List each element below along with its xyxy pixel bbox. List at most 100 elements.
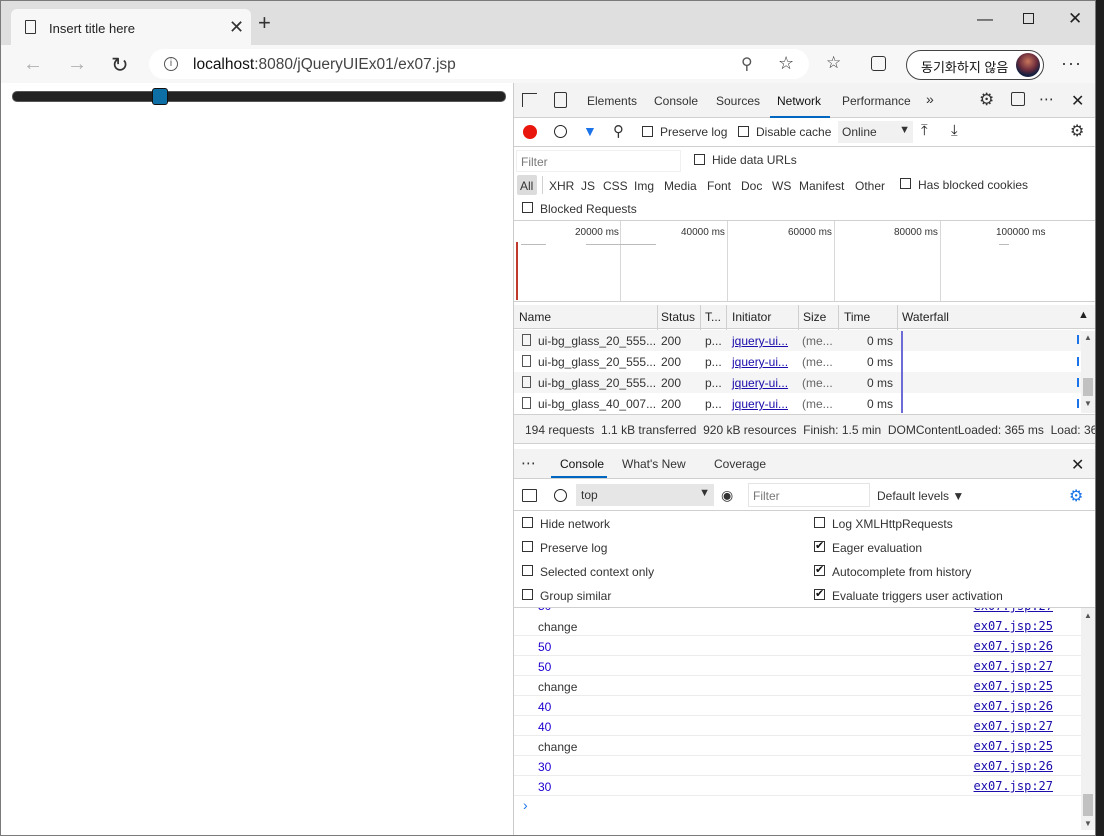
type-filter-doc[interactable]: Doc (741, 179, 762, 193)
type-filter-manifest[interactable]: Manifest (799, 179, 844, 193)
tab-sources[interactable]: Sources (716, 94, 760, 108)
feedback-icon[interactable] (1011, 92, 1025, 106)
console-prompt[interactable]: › (523, 797, 528, 813)
hide-data-urls-checkbox[interactable] (694, 154, 705, 165)
hide-network-checkbox[interactable] (522, 517, 533, 528)
col-status[interactable]: Status (661, 310, 695, 324)
zoom-search-icon[interactable]: ⚲ (741, 54, 753, 74)
drawer-menu-icon[interactable]: ⋯ (521, 454, 536, 472)
console-source-link[interactable]: ex07.jsp:27 (974, 719, 1053, 733)
close-devtools-icon[interactable]: ✕ (1071, 91, 1084, 111)
close-window-button[interactable]: ✕ (1068, 9, 1082, 29)
clear-icon[interactable] (554, 125, 567, 138)
type-filter-other[interactable]: Other (855, 179, 885, 193)
scroll-down-icon[interactable]: ▼ (1084, 399, 1092, 408)
request-initiator[interactable]: jquery-ui... (732, 376, 788, 390)
group-similar-checkbox[interactable] (522, 589, 533, 600)
console-source-link[interactable]: ex07.jsp:26 (974, 639, 1053, 653)
scrollbar-thumb[interactable] (1083, 794, 1093, 816)
type-filter-all[interactable]: All (520, 179, 533, 193)
selected-context-checkbox[interactable] (522, 565, 533, 576)
minimize-button[interactable]: — (977, 11, 993, 29)
type-filter-ws[interactable]: WS (772, 179, 791, 193)
favorite-star-icon[interactable]: ☆ (778, 53, 794, 74)
console-source-link[interactable]: ex07.jsp:25 (974, 619, 1053, 633)
console-filter-input[interactable]: Filter (748, 483, 870, 507)
settings-gear-icon[interactable]: ⚙ (979, 90, 994, 110)
disable-cache-checkbox[interactable] (738, 126, 749, 137)
table-row[interactable]: ui-bg_glass_20_555... 200 p... jquery-ui… (514, 330, 1081, 351)
col-size[interactable]: Size (803, 310, 826, 324)
scroll-down-icon[interactable]: ▼ (1084, 819, 1092, 828)
type-filter-css[interactable]: CSS (603, 179, 628, 193)
scroll-up-icon[interactable]: ▲ (1084, 611, 1092, 620)
type-filter-font[interactable]: Font (707, 179, 731, 193)
col-time[interactable]: Time (844, 310, 870, 324)
tab-elements[interactable]: Elements (587, 94, 637, 108)
blocked-requests-checkbox[interactable] (522, 202, 533, 213)
sync-profile-button[interactable]: 동기화하지 않음 (906, 50, 1044, 80)
console-source-link[interactable]: ex07.jsp:27 (974, 779, 1053, 793)
network-settings-icon[interactable]: ⚙ (1070, 121, 1084, 141)
type-filter-img[interactable]: Img (634, 179, 654, 193)
col-type[interactable]: T... (705, 310, 721, 324)
console-settings-icon[interactable]: ⚙ (1069, 486, 1083, 506)
devtools-more-icon[interactable]: ⋯ (1039, 90, 1054, 108)
console-source-link[interactable]: ex07.jsp:25 (974, 679, 1053, 693)
col-initiator[interactable]: Initiator (732, 310, 771, 324)
console-source-link[interactable]: ex07.jsp:26 (974, 759, 1053, 773)
search-icon[interactable]: ⚲ (613, 122, 624, 140)
filter-funnel-icon[interactable]: ▼ (583, 123, 597, 139)
console-source-link[interactable]: ex07.jsp:26 (974, 699, 1053, 713)
clear-console-icon[interactable] (554, 489, 567, 502)
type-filter-media[interactable]: Media (664, 179, 697, 193)
console-source-link[interactable]: ex07.jsp:25 (974, 739, 1053, 753)
drawer-tab-console[interactable]: Console (560, 457, 604, 471)
collections-icon[interactable] (871, 56, 886, 71)
console-source-link[interactable]: ex07.jsp:27 (974, 608, 1053, 613)
close-drawer-icon[interactable]: ✕ (1071, 455, 1084, 475)
slider-handle[interactable] (152, 88, 169, 105)
import-har-icon[interactable]: ⤒ (921, 122, 928, 139)
scroll-up-icon[interactable]: ▲ (1084, 333, 1092, 342)
eager-evaluation-checkbox[interactable] (814, 539, 825, 552)
favorites-icon[interactable]: ☆ (826, 53, 841, 73)
table-row[interactable]: ui-bg_glass_40_007... 200 p... jquery-ui… (514, 393, 1081, 414)
back-button[interactable]: ← (23, 53, 43, 76)
close-tab-icon[interactable]: ✕ (229, 17, 244, 38)
request-initiator[interactable]: jquery-ui... (732, 355, 788, 369)
more-menu-icon[interactable]: ··· (1061, 53, 1082, 74)
tab-console[interactable]: Console (654, 94, 698, 108)
url-text[interactable]: localhost:8080/jQueryUIEx01/ex07.jsp (193, 56, 456, 74)
col-waterfall[interactable]: Waterfall (902, 310, 949, 324)
log-levels-select[interactable]: Default levels ▼ (877, 489, 964, 503)
forward-button[interactable]: → (67, 53, 87, 76)
inspect-element-icon[interactable] (522, 93, 537, 107)
table-row[interactable]: ui-bg_glass_20_555... 200 p... jquery-ui… (514, 372, 1081, 393)
preserve-log-checkbox[interactable] (642, 126, 653, 137)
sidebar-toggle-icon[interactable] (522, 489, 537, 502)
evaluate-triggers-checkbox[interactable] (814, 587, 825, 600)
col-name[interactable]: Name (519, 310, 551, 324)
autocomplete-history-checkbox[interactable] (814, 563, 825, 576)
slider-track[interactable] (12, 91, 506, 102)
table-row[interactable]: ui-bg_glass_20_555... 200 p... jquery-ui… (514, 351, 1081, 372)
record-icon[interactable] (523, 125, 537, 139)
console-preserve-log-checkbox[interactable] (522, 541, 533, 552)
context-select[interactable]: top ▼ (576, 484, 714, 506)
export-har-icon[interactable]: ⤓ (951, 122, 958, 139)
eye-icon[interactable]: ◉ (721, 487, 733, 504)
drawer-tab-whats-new[interactable]: What's New (622, 457, 686, 471)
console-source-link[interactable]: ex07.jsp:27 (974, 659, 1053, 673)
maximize-button[interactable] (1023, 13, 1034, 24)
drawer-tab-coverage[interactable]: Coverage (714, 457, 766, 471)
type-filter-js[interactable]: JS (581, 179, 595, 193)
browser-tab[interactable]: Insert title here ✕ (11, 9, 251, 46)
scrollbar-thumb[interactable] (1083, 378, 1093, 396)
info-icon[interactable]: i (164, 57, 178, 71)
throttling-select[interactable]: Online ▼ (838, 121, 913, 143)
type-filter-xhr[interactable]: XHR (549, 179, 574, 193)
log-xhr-checkbox[interactable] (814, 517, 825, 528)
request-initiator[interactable]: jquery-ui... (732, 334, 788, 348)
sort-up-icon[interactable]: ▲ (1078, 309, 1089, 321)
